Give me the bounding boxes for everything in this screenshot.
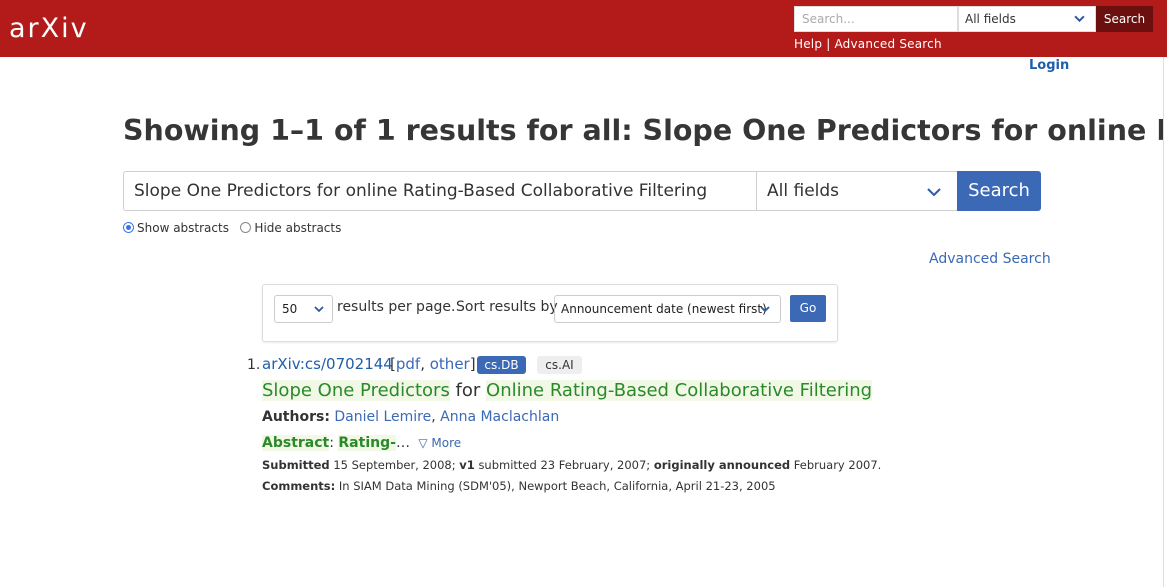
per-page-value: 50 bbox=[282, 302, 298, 316]
result-id-link[interactable]: arXiv:cs/0702144 bbox=[262, 355, 393, 373]
main-search-button[interactable]: Search bbox=[957, 171, 1041, 211]
result-format-links: [pdf, other] bbox=[390, 355, 476, 373]
header-field-select[interactable]: All fields bbox=[958, 6, 1096, 32]
result-submission-info: Submitted 15 September, 2008; v1 submitt… bbox=[262, 458, 881, 472]
abstract-label: Abstract bbox=[262, 435, 330, 451]
close-bracket: ] bbox=[469, 355, 476, 373]
show-abstracts-radio[interactable] bbox=[123, 222, 134, 233]
show-abstracts-label: Show abstracts bbox=[137, 221, 229, 235]
abstract-colon: : bbox=[329, 435, 334, 451]
main-field-value: All fields bbox=[767, 181, 840, 201]
arxiv-logo[interactable]: arXiv bbox=[9, 6, 104, 50]
other-formats-link[interactable]: other bbox=[430, 355, 470, 373]
abstract-ellipsis: … bbox=[395, 435, 410, 451]
go-button[interactable]: Go bbox=[790, 295, 826, 322]
comments-text: In SIAM Data Mining (SDM'05), Newport Be… bbox=[338, 479, 776, 493]
header-advanced-search-link[interactable]: Advanced Search bbox=[834, 37, 941, 51]
chevron-down-icon bbox=[314, 306, 324, 313]
result-authors: Authors: Daniel Lemire, Anna Maclachlan bbox=[262, 409, 559, 425]
submitted-date: 15 September, 2008; bbox=[333, 458, 456, 472]
submitted-label: Submitted bbox=[262, 458, 330, 472]
author-separator: , bbox=[431, 409, 436, 425]
announced-label: originally announced bbox=[653, 458, 791, 472]
pdf-link[interactable]: pdf bbox=[396, 355, 420, 373]
result-comments: Comments: In SIAM Data Mining (SDM'05), … bbox=[262, 479, 776, 493]
result-title: Slope One Predictors for Online Rating-B… bbox=[262, 380, 873, 401]
sort-label: Sort results by bbox=[456, 299, 558, 315]
hide-abstracts-radio[interactable] bbox=[240, 222, 252, 233]
abstract-toggle: Show abstracts Hide abstracts bbox=[123, 221, 341, 235]
sort-order-value: Announcement date (newest first) bbox=[561, 302, 767, 316]
header-search-button[interactable]: Search bbox=[1096, 6, 1153, 32]
title-highlight-1: Slope One Predictors bbox=[262, 380, 450, 401]
authors-label: Authors: bbox=[262, 409, 330, 425]
svg-text:arXiv: arXiv bbox=[9, 13, 89, 44]
header-bar: arXiv Search... All fields Search Help |… bbox=[0, 0, 1167, 57]
header-field-value: All fields bbox=[965, 12, 1016, 26]
primary-category-tag: cs.DB bbox=[477, 356, 526, 374]
sort-order-select[interactable]: Announcement date (newest first) bbox=[554, 295, 781, 323]
header-links: Help | Advanced Search bbox=[794, 37, 942, 51]
abstract-snippet: Rating- bbox=[338, 435, 396, 451]
main-search-input[interactable]: Slope One Predictors for online Rating-B… bbox=[123, 171, 756, 211]
chevron-down-icon bbox=[760, 306, 770, 313]
more-toggle[interactable]: ▽ More bbox=[418, 436, 461, 450]
sort-controls: 50 results per page. Sort results by Ann… bbox=[262, 284, 838, 342]
help-link[interactable]: Help bbox=[794, 37, 822, 51]
secondary-category-tag: cs.AI bbox=[537, 356, 582, 374]
author-link[interactable]: Anna Maclachlan bbox=[440, 409, 559, 425]
chevron-down-icon bbox=[927, 188, 941, 197]
header-search-input[interactable]: Search... bbox=[794, 6, 958, 32]
chevron-down-icon bbox=[1074, 15, 1085, 23]
page-border bbox=[1163, 57, 1164, 587]
login-link[interactable]: Login bbox=[1029, 58, 1069, 73]
v1-text: submitted 23 February, 2007; bbox=[478, 458, 651, 472]
advanced-search-link[interactable]: Advanced Search bbox=[929, 251, 1051, 267]
title-highlight-2: Online Rating-Based Collaborative Filter… bbox=[486, 380, 873, 401]
comments-label: Comments: bbox=[262, 479, 336, 493]
result-abstract: Abstract: Rating-… ▽ More bbox=[262, 435, 461, 451]
announced-date: February 2007. bbox=[793, 458, 882, 472]
result-number: 1. bbox=[247, 357, 261, 373]
page-title: Showing 1–1 of 1 results for all: Slope … bbox=[123, 114, 1163, 147]
link-separator: | bbox=[826, 37, 831, 51]
per-page-label: results per page. bbox=[337, 299, 456, 315]
main-field-select[interactable]: All fields bbox=[756, 171, 958, 211]
comma: , bbox=[420, 355, 425, 373]
per-page-select[interactable]: 50 bbox=[274, 295, 333, 323]
author-link[interactable]: Daniel Lemire bbox=[334, 409, 431, 425]
title-middle: for bbox=[449, 380, 487, 401]
v1-label: v1 bbox=[459, 458, 475, 472]
hide-abstracts-label: Hide abstracts bbox=[254, 221, 342, 235]
